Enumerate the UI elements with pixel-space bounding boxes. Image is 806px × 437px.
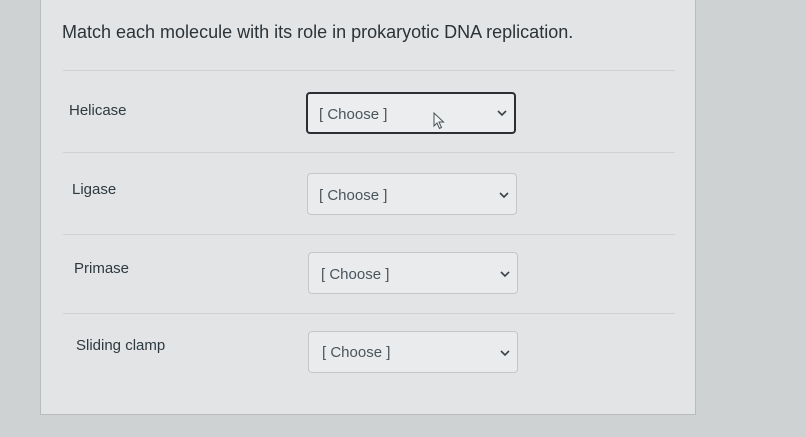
divider	[63, 152, 675, 153]
divider	[63, 313, 675, 314]
chevron-down-icon	[500, 271, 510, 278]
divider	[63, 234, 675, 235]
term-label: Sliding clamp	[76, 337, 166, 354]
chevron-down-icon	[500, 350, 510, 357]
term-label: Ligase	[72, 181, 117, 198]
answer-select-sliding-clamp[interactable]: [ Choose ]	[308, 331, 518, 373]
select-value: [ Choose ]	[321, 266, 390, 283]
chevron-down-icon	[497, 110, 507, 117]
chevron-down-icon	[499, 192, 509, 199]
quiz-question-card: Match each molecule with its role in pro…	[40, 0, 696, 415]
mouse-pointer-icon	[433, 112, 445, 130]
answer-select-helicase[interactable]: [ Choose ]	[306, 92, 516, 134]
answer-select-primase[interactable]: [ Choose ]	[308, 252, 518, 294]
term-label: Primase	[74, 260, 130, 277]
select-value: [ Choose ]	[322, 344, 391, 361]
divider	[63, 70, 675, 71]
select-value: [ Choose ]	[319, 106, 388, 123]
match-row-sliding-clamp: Sliding clamp [ Choose ]	[41, 0, 697, 373]
answer-select-ligase[interactable]: [ Choose ]	[307, 173, 517, 215]
select-value: [ Choose ]	[319, 187, 388, 204]
term-label: Helicase	[69, 102, 127, 119]
